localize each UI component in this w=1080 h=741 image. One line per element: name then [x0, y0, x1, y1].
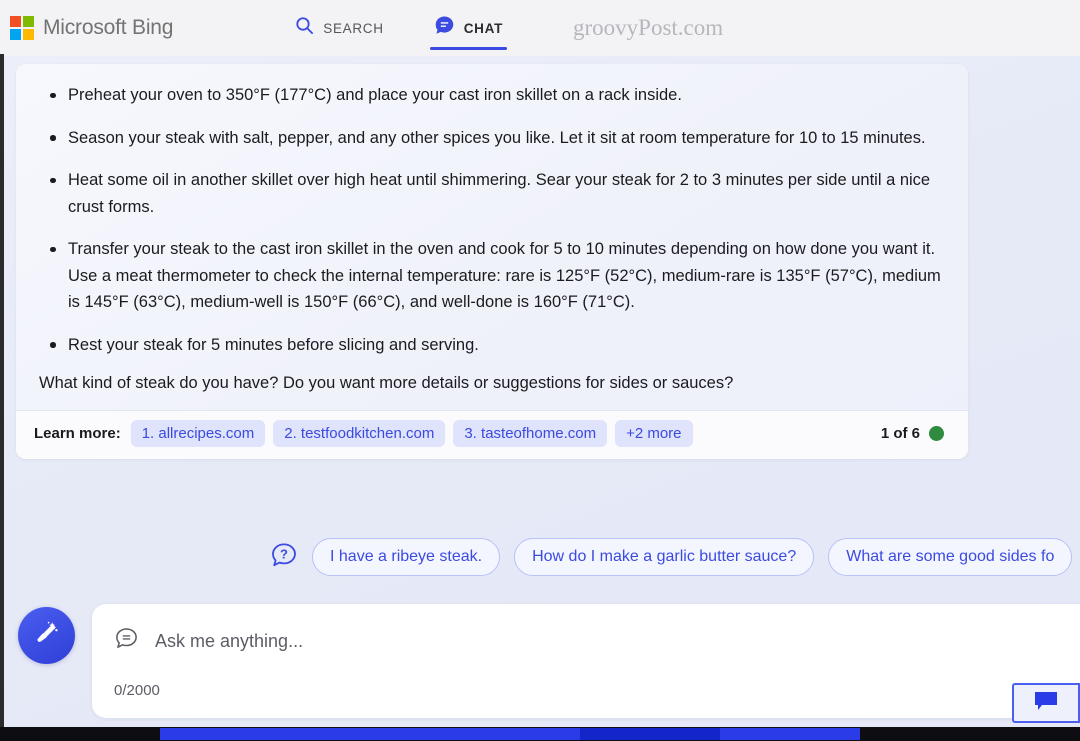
learn-more-label: Learn more:	[34, 425, 121, 442]
tab-chat[interactable]: CHAT	[429, 0, 508, 56]
logo-square-yellow	[23, 29, 34, 40]
tab-chat-label: CHAT	[463, 20, 504, 36]
status-badge	[929, 426, 944, 441]
chat-answer-card: Preheat your oven to 350°F (177°C) and p…	[16, 64, 968, 459]
logo-square-green	[23, 16, 34, 27]
feedback-button[interactable]	[1012, 683, 1080, 723]
question-bubble-icon[interactable]: ?	[270, 541, 298, 574]
page-counter-text: 1 of 6	[880, 425, 920, 442]
citation-chip-2[interactable]: 2. testfoodkitchen.com	[273, 420, 446, 447]
search-input[interactable]: Ask me anything...	[155, 631, 303, 652]
window-left-edge	[0, 54, 4, 741]
search-icon	[295, 16, 314, 40]
suggestion-chip-3[interactable]: What are some good sides fo	[828, 538, 1073, 576]
tab-active-underline	[429, 46, 508, 50]
svg-text:?: ?	[280, 546, 288, 561]
brand-name: Microsoft Bing	[43, 16, 174, 39]
citation-chip-3[interactable]: 3. tasteofhome.com	[453, 420, 608, 447]
character-counter: 0/2000	[114, 682, 160, 699]
composer-input-row[interactable]: Ask me anything...	[92, 604, 1080, 656]
message-composer[interactable]: Ask me anything... 0/2000	[92, 604, 1080, 718]
feedback-chat-icon	[1033, 690, 1059, 717]
suggestion-chip-2[interactable]: How do I make a garlic butter sauce?	[514, 538, 815, 576]
microsoft-logo-icon	[10, 16, 34, 40]
list-item: Heat some oil in another skillet over hi…	[38, 167, 946, 220]
tab-search-label: SEARCH	[323, 20, 384, 36]
citation-more-chip[interactable]: +2 more	[615, 420, 693, 447]
chat-bubble-outline-icon	[114, 626, 139, 656]
list-item: Season your steak with salt, pepper, and…	[38, 125, 946, 152]
logo-square-blue	[10, 29, 21, 40]
site-watermark: groovyPost.com	[573, 15, 724, 40]
closing-question: What kind of steak do you have? Do you w…	[39, 374, 734, 392]
list-item: Preheat your oven to 350°F (177°C) and p…	[38, 82, 946, 109]
citation-chip-1[interactable]: 1. allrecipes.com	[130, 420, 266, 447]
suggestion-chip-1[interactable]: I have a ribeye steak.	[312, 538, 501, 576]
suggestion-row: ? I have a ribeye steak. How do I make a…	[0, 538, 1080, 576]
microsoft-bing-logo[interactable]: Microsoft Bing	[10, 16, 173, 40]
logo-square-red	[10, 16, 21, 27]
app-header: Microsoft Bing SEARCH CHAT groovyPost.co…	[0, 0, 1080, 56]
horizontal-scrollbar-thumb[interactable]	[160, 728, 860, 740]
page-counter: 1 of 6	[881, 425, 950, 442]
tab-search[interactable]: SEARCH	[291, 0, 387, 56]
recipe-step-list: Preheat your oven to 350°F (177°C) and p…	[38, 82, 946, 358]
learn-more-bar: Learn more: 1. allrecipes.com 2. testfoo…	[16, 410, 968, 459]
chat-bubble-icon	[434, 15, 455, 41]
broom-icon	[32, 618, 62, 653]
answer-body: Preheat your oven to 350°F (177°C) and p…	[16, 64, 968, 410]
list-item: Rest your steak for 5 minutes before sli…	[38, 332, 946, 359]
new-topic-sweep-button[interactable]	[18, 607, 75, 664]
list-item: Transfer your steak to the cast iron ski…	[38, 236, 946, 316]
horizontal-scrollbar-track[interactable]	[0, 727, 1080, 741]
